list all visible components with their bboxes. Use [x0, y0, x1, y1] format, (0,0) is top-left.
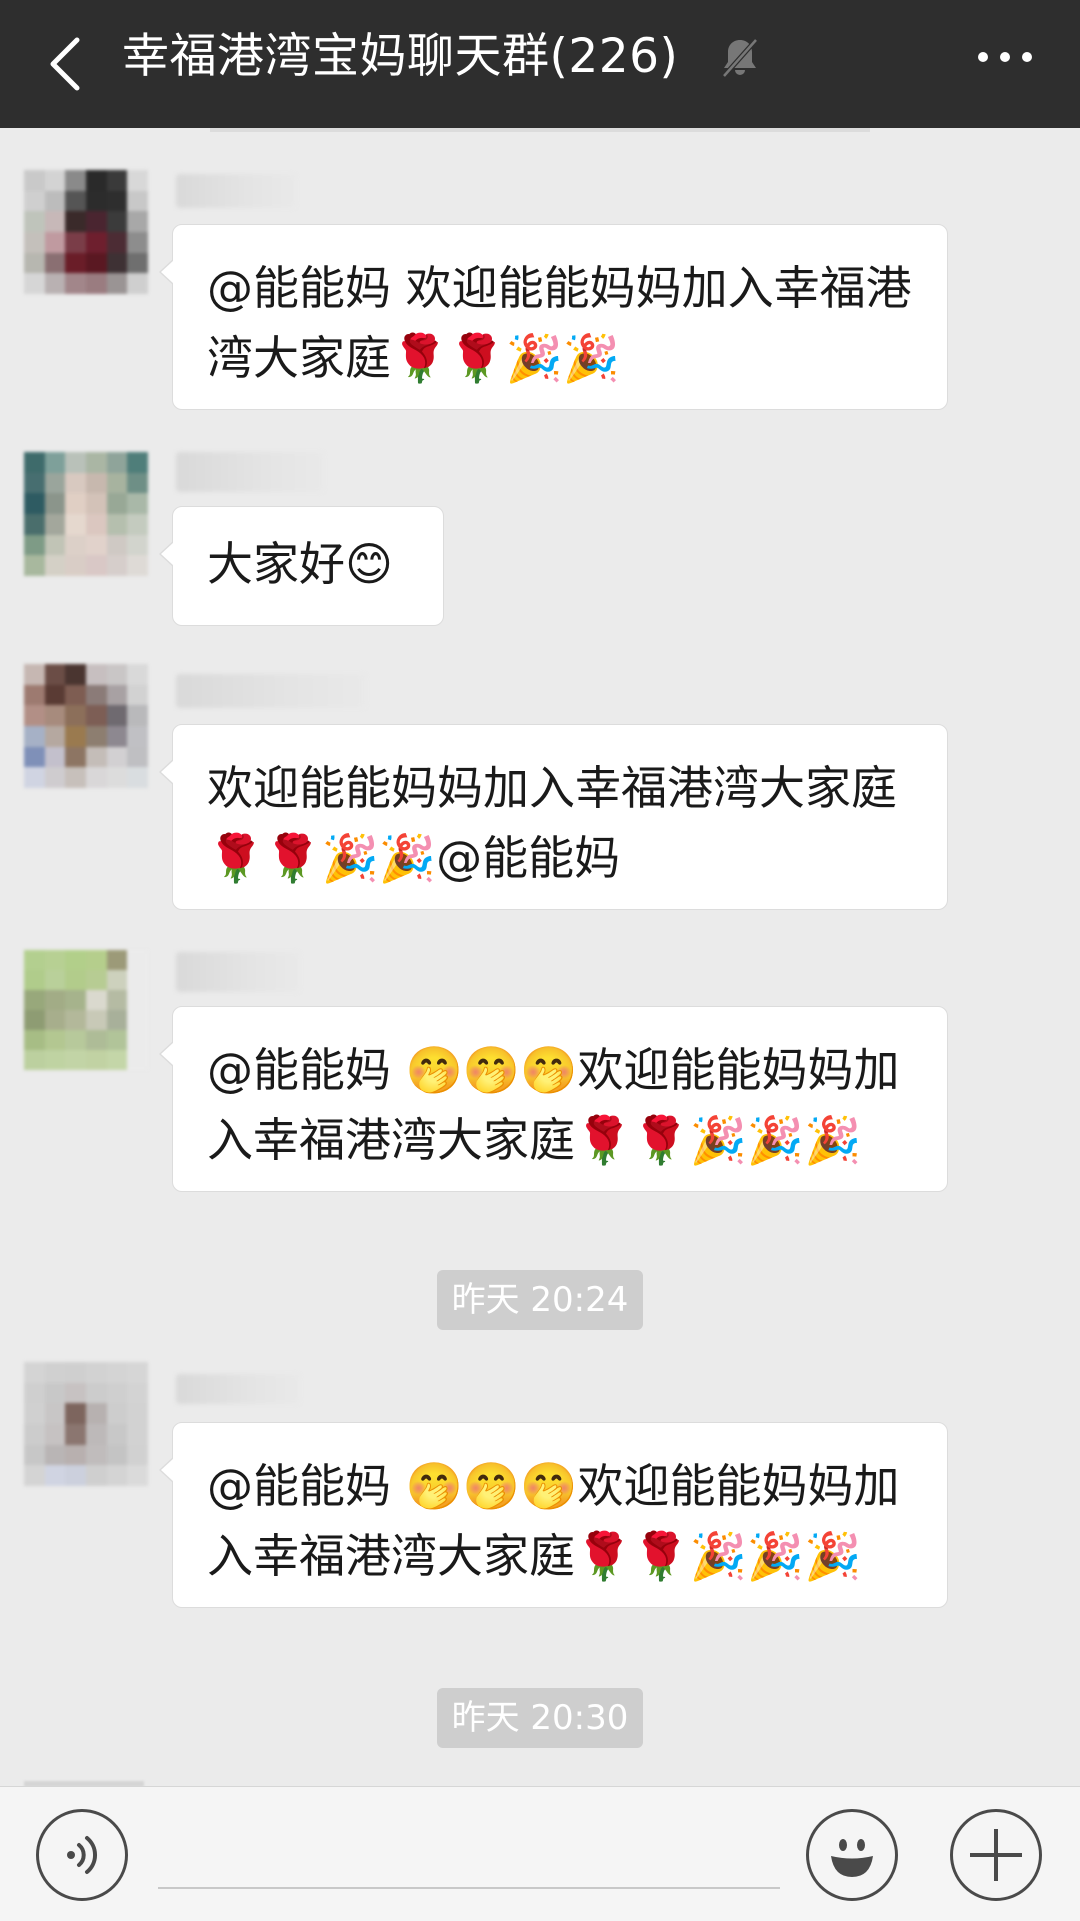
voice-icon: [67, 1836, 98, 1874]
avatar[interactable]: [24, 1362, 148, 1486]
sender-name-blurred: [176, 674, 366, 708]
avatar[interactable]: [24, 950, 148, 1070]
timestamp: 昨天 20:30: [437, 1688, 643, 1748]
message-bubble[interactable]: 大家好😊: [159, 506, 444, 626]
more-dots-icon: [978, 52, 1032, 62]
add-more-button[interactable]: [950, 1809, 1042, 1901]
avatar[interactable]: [24, 664, 148, 788]
sender-name-blurred: [176, 174, 296, 208]
avatar[interactable]: [24, 170, 148, 294]
message-bubble[interactable]: @能能妈 欢迎能能妈妈加入幸福港湾大家庭🌹🌹🎉🎉: [159, 224, 948, 410]
emoji-icon: [831, 1839, 873, 1877]
back-button[interactable]: [30, 24, 100, 104]
chat-input-bar: [0, 1786, 1080, 1921]
plus-icon: [970, 1829, 1022, 1881]
chevron-left-icon: [50, 37, 80, 91]
message-bubble[interactable]: @能能妈 🤭🤭🤭欢迎能能妈妈加入幸福港湾大家庭🌹🌹🎉🎉🎉: [159, 1422, 948, 1608]
timestamp: 昨天 20:24: [437, 1270, 643, 1330]
chat-header: 幸福港湾宝妈聊天群(226): [0, 0, 1080, 128]
message-bubble[interactable]: @能能妈 🤭🤭🤭欢迎能能妈妈加入幸福港湾大家庭🌹🌹🎉🎉🎉: [159, 1006, 948, 1192]
sender-name-blurred: [176, 452, 324, 492]
bell-muted-icon: [722, 38, 758, 78]
chat-title: 幸福港湾宝妈聊天群(226): [122, 29, 679, 84]
sender-name-blurred: [176, 1374, 300, 1404]
avatar[interactable]: [24, 452, 148, 576]
message-input[interactable]: [158, 1817, 780, 1889]
voice-button[interactable]: [36, 1809, 128, 1901]
more-button[interactable]: [960, 24, 1050, 90]
header-shadow: [210, 128, 870, 132]
sender-name-blurred: [176, 952, 300, 992]
message-bubble[interactable]: 欢迎能能妈妈加入幸福港湾大家庭🌹🌹🎉🎉@能能妈: [159, 724, 948, 910]
emoji-button[interactable]: [806, 1809, 898, 1901]
